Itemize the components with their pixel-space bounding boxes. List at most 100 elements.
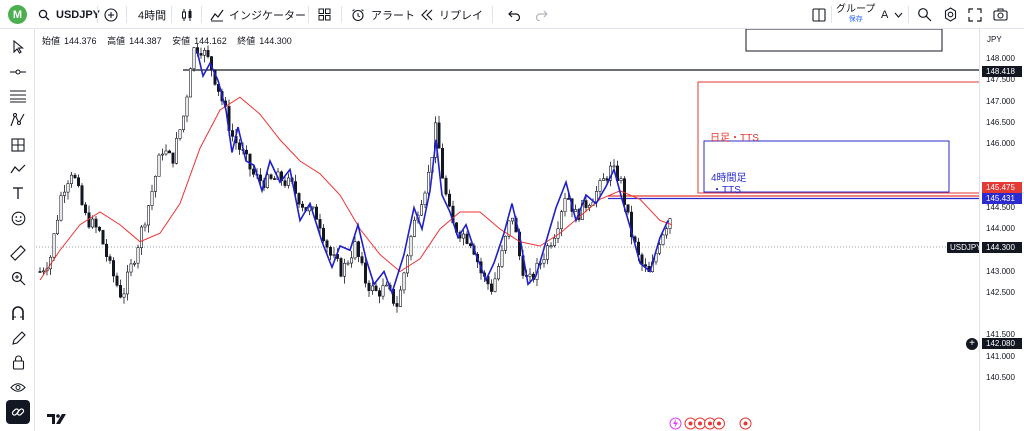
daily-tts-label[interactable]: 日足・TTS bbox=[710, 129, 759, 144]
candle-body bbox=[405, 255, 409, 274]
templates-button[interactable] bbox=[318, 0, 331, 29]
zoom-tool[interactable] bbox=[6, 266, 30, 290]
undo-button[interactable] bbox=[508, 0, 521, 29]
chart-pane[interactable]: 始値 144.376 高値 144.387 安値 144.162 終値 144.300 … bbox=[36, 29, 979, 431]
price-tick: 142.500 bbox=[986, 287, 1015, 297]
candle-body bbox=[203, 50, 207, 56]
lock-tool[interactable] bbox=[6, 350, 30, 374]
red-line-price-label: 145.475 bbox=[982, 182, 1022, 193]
candle-body bbox=[101, 230, 105, 245]
chart-type-button[interactable] bbox=[180, 0, 194, 29]
candle-body bbox=[189, 68, 193, 98]
magnet-icon bbox=[12, 305, 24, 320]
candle-body bbox=[377, 290, 381, 297]
candle-body bbox=[69, 174, 73, 184]
alert-button[interactable]: アラート bbox=[351, 0, 415, 29]
brush-tool[interactable] bbox=[6, 157, 30, 181]
candle-body bbox=[318, 219, 322, 229]
emoji-tool[interactable] bbox=[6, 206, 30, 230]
candle-body bbox=[66, 183, 70, 193]
candle-body bbox=[367, 282, 371, 291]
add-alert-icon[interactable]: + bbox=[966, 338, 978, 350]
trend-line-tool[interactable] bbox=[6, 60, 30, 84]
magnet-tool[interactable] bbox=[6, 301, 30, 325]
candle-body bbox=[444, 177, 448, 195]
open-label: 始値 bbox=[42, 36, 61, 46]
candle-body bbox=[409, 236, 413, 257]
candle-body bbox=[510, 217, 514, 222]
h4-tts-label-line2[interactable]: ・TTS bbox=[712, 181, 741, 196]
fullscreen-button[interactable] bbox=[968, 0, 982, 29]
event-markers-icon[interactable] bbox=[684, 417, 726, 430]
visibility-tool[interactable] bbox=[6, 375, 30, 399]
divider bbox=[492, 6, 493, 23]
candle-body bbox=[90, 218, 94, 228]
candle-body bbox=[437, 122, 441, 149]
divider bbox=[908, 6, 909, 23]
redo-button[interactable] bbox=[535, 0, 548, 29]
candle-body bbox=[94, 218, 98, 228]
replay-button[interactable]: リプレイ bbox=[420, 0, 483, 29]
candle-body bbox=[328, 246, 332, 256]
link-tool[interactable] bbox=[6, 400, 30, 424]
candle-body bbox=[115, 275, 119, 286]
candle-body bbox=[248, 153, 252, 170]
interval-button[interactable]: 4時間 bbox=[138, 0, 166, 29]
candle-body bbox=[612, 165, 616, 168]
indicators-label: インジケーター bbox=[229, 9, 306, 22]
close-value: 144.300 bbox=[259, 36, 292, 46]
fib-tool[interactable] bbox=[6, 84, 30, 108]
price-tick: 144.500 bbox=[986, 202, 1015, 212]
layout-letter[interactable]: A bbox=[881, 0, 888, 29]
event-marker-icon[interactable] bbox=[739, 417, 752, 430]
layout-panels-button[interactable] bbox=[812, 0, 826, 29]
candle-body bbox=[573, 209, 577, 212]
symbol-label: USDJPY bbox=[56, 8, 101, 21]
layout-menu-button[interactable] bbox=[894, 0, 903, 29]
candle-body bbox=[307, 206, 311, 212]
user-avatar[interactable]: M bbox=[8, 5, 27, 24]
cursor-tool[interactable] bbox=[6, 35, 30, 59]
snapshot-button[interactable] bbox=[993, 0, 1008, 29]
ruler-icon bbox=[10, 245, 26, 261]
currency-label[interactable]: JPY bbox=[987, 35, 1002, 44]
ruler-tool[interactable] bbox=[6, 241, 30, 265]
candle-body bbox=[360, 256, 364, 264]
prediction-tool[interactable] bbox=[6, 133, 30, 157]
tradingview-logo[interactable] bbox=[47, 412, 69, 424]
candle-body bbox=[108, 256, 112, 261]
price-tick: 141.000 bbox=[986, 351, 1015, 361]
price-chart[interactable] bbox=[36, 29, 979, 431]
candle-body bbox=[626, 204, 630, 213]
candle-body bbox=[370, 285, 374, 291]
candle-body bbox=[356, 241, 360, 257]
compare-button[interactable] bbox=[104, 0, 118, 29]
symbol-search-button[interactable]: USDJPY bbox=[38, 0, 100, 29]
trend-zigzag-line bbox=[196, 50, 669, 296]
divider bbox=[171, 6, 172, 23]
divider bbox=[831, 6, 832, 23]
quick-search-button[interactable] bbox=[917, 0, 932, 29]
candle-body bbox=[584, 200, 588, 208]
stay-drawing-tool[interactable] bbox=[6, 326, 30, 350]
redo-icon bbox=[535, 10, 548, 21]
candle-body bbox=[542, 259, 546, 264]
candle-body bbox=[657, 244, 661, 254]
candle-body bbox=[150, 191, 154, 206]
indicators-button[interactable]: インジケーター bbox=[210, 0, 306, 29]
candle-body bbox=[353, 241, 357, 259]
settings-button[interactable] bbox=[943, 0, 958, 29]
candle-body bbox=[161, 153, 165, 156]
candle-body bbox=[384, 284, 388, 287]
text-tool[interactable] bbox=[6, 181, 30, 205]
candle-body bbox=[269, 174, 273, 179]
pattern-tool[interactable] bbox=[6, 108, 30, 132]
layout-save-button[interactable]: グループ 保存 bbox=[836, 0, 875, 29]
layout-save-label: 保存 bbox=[848, 15, 863, 23]
lightning-icon[interactable] bbox=[669, 417, 682, 430]
low-label: 安値 bbox=[172, 36, 191, 46]
price-axis[interactable]: JPY 148.000 147.500 147.000 146.500 146.000 1… bbox=[979, 29, 1024, 431]
candle-body bbox=[129, 263, 133, 273]
divider bbox=[201, 6, 202, 23]
zoom-in-icon bbox=[11, 271, 25, 285]
